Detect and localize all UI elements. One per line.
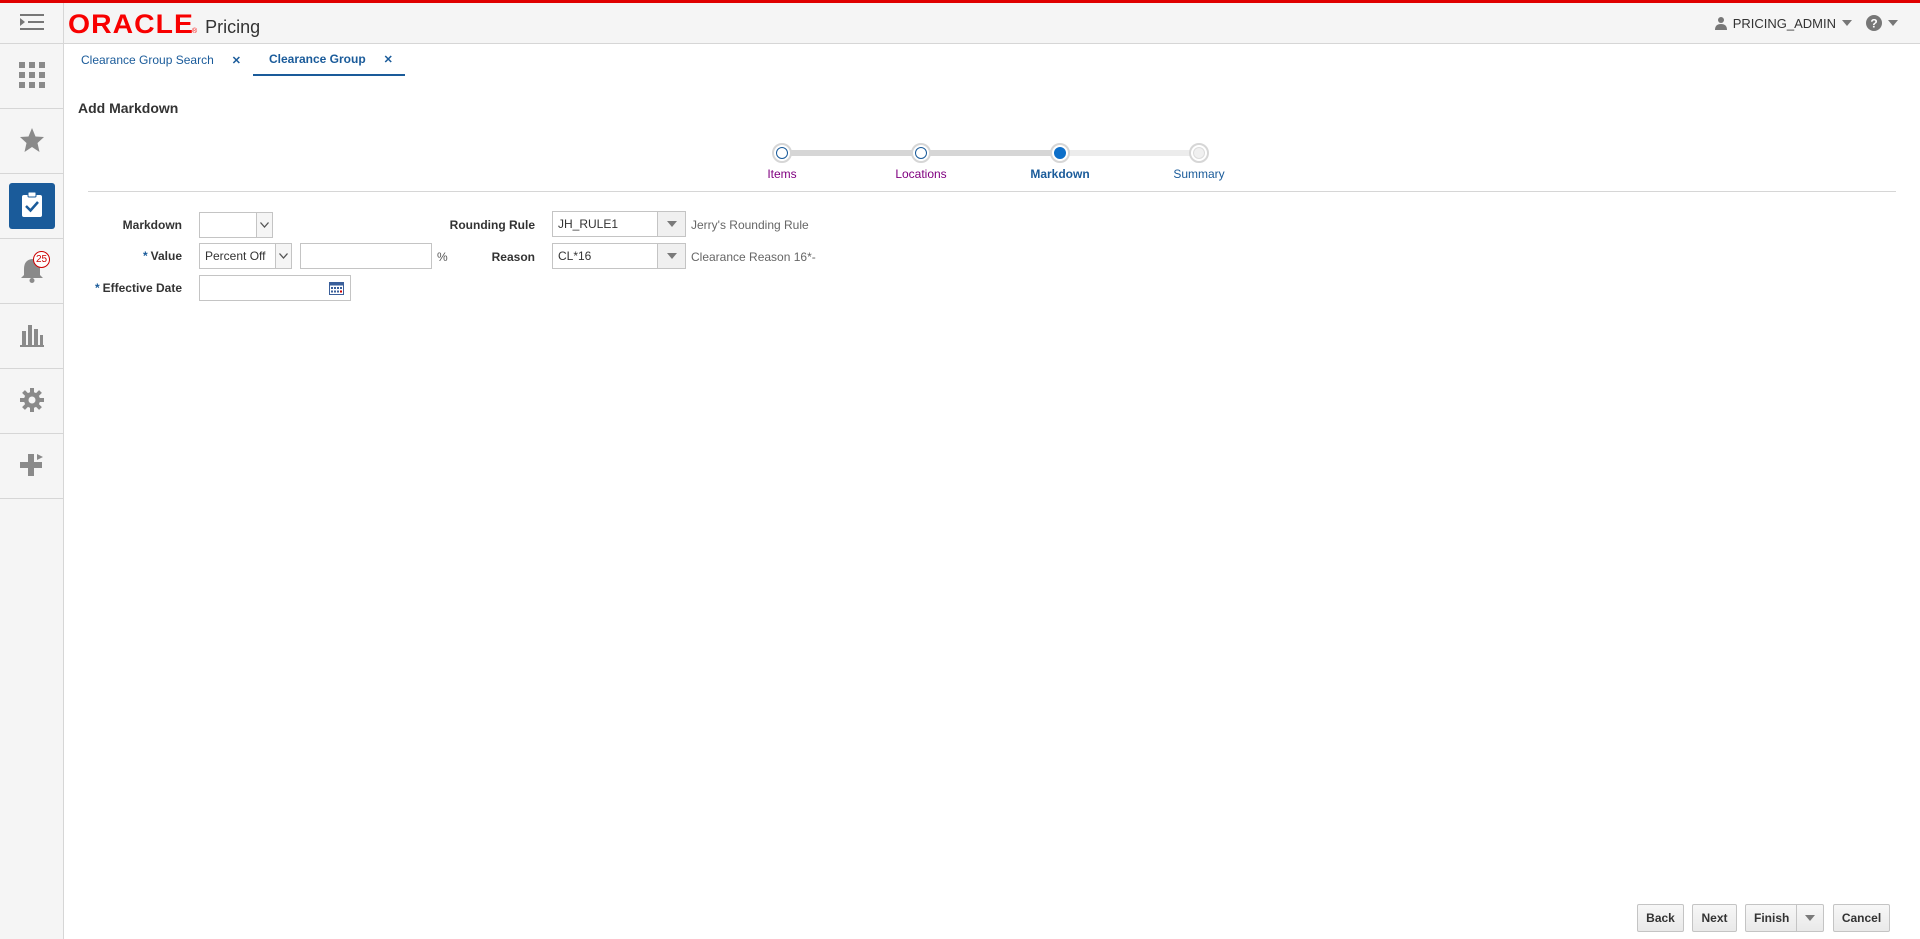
oracle-logo: ORACLE ® Pricing xyxy=(68,9,261,40)
help-menu-chevron-icon[interactable] xyxy=(1888,20,1898,26)
help-icon[interactable]: ? xyxy=(1866,15,1882,31)
chevron-down-icon[interactable] xyxy=(657,244,685,268)
reason-select[interactable]: CL*16 xyxy=(552,243,686,269)
chevron-down-icon[interactable] xyxy=(1796,905,1823,931)
rail-item-reports[interactable] xyxy=(0,304,64,369)
close-icon[interactable]: ✕ xyxy=(232,54,241,67)
cancel-button[interactable]: Cancel xyxy=(1833,904,1890,932)
svg-text:?: ? xyxy=(1870,17,1877,31)
section-divider xyxy=(88,191,1896,192)
value-type-selected: Percent Off xyxy=(205,249,266,263)
reason-selected: CL*16 xyxy=(558,249,592,263)
markdown-select[interactable] xyxy=(199,212,273,238)
rounding-rule-description: Jerry's Rounding Rule xyxy=(691,218,809,232)
finish-split-button[interactable]: Finish xyxy=(1745,904,1824,932)
effective-date-label: * Effective Date xyxy=(80,281,182,295)
required-indicator: * xyxy=(142,249,148,263)
tab-label: Clearance Group xyxy=(268,52,366,66)
required-indicator: * xyxy=(94,281,100,295)
train-stop-locations[interactable] xyxy=(911,143,931,163)
close-icon[interactable]: ✕ xyxy=(384,53,393,66)
value-label-text: Value xyxy=(150,249,182,263)
rounding-rule-select[interactable]: JH_RULE1 xyxy=(552,211,686,237)
chevron-down-icon[interactable] xyxy=(1842,20,1852,26)
bar-chart-icon xyxy=(20,323,44,350)
menu-collapse-icon xyxy=(19,13,44,34)
notification-count-badge: 25 xyxy=(33,251,50,268)
value-amount-input[interactable] xyxy=(300,243,432,269)
rail-item-favorites[interactable] xyxy=(0,109,64,174)
markdown-label: Markdown xyxy=(122,218,182,232)
navigation-rail: 25 xyxy=(0,44,64,939)
document-tabs: Clearance Group Search ✕ Clearance Group… xyxy=(65,44,405,76)
rail-item-tasks-highlight xyxy=(9,183,55,229)
plus-arrow-icon xyxy=(19,452,45,481)
reason-description: Clearance Reason 16*- xyxy=(691,250,816,264)
app-name: Pricing xyxy=(205,17,261,37)
train-track-remaining xyxy=(1060,150,1200,156)
reason-label: Reason xyxy=(491,250,535,264)
page-title: Add Markdown xyxy=(78,100,179,116)
train-stop-markdown[interactable] xyxy=(1050,143,1070,163)
user-icon[interactable] xyxy=(1714,16,1727,30)
back-button[interactable]: Back xyxy=(1637,904,1684,932)
oracle-logo-text: ORACLE xyxy=(68,9,194,39)
value-label: * Value xyxy=(80,249,182,263)
chevron-down-icon[interactable] xyxy=(256,213,272,237)
gear-icon xyxy=(20,387,44,415)
finish-button[interactable]: Finish xyxy=(1754,911,1789,925)
effective-date-label-text: Effective Date xyxy=(102,281,182,295)
navigation-menu-button[interactable] xyxy=(0,3,64,44)
rounding-rule-selected: JH_RULE1 xyxy=(558,217,619,231)
train-stop-summary[interactable] xyxy=(1189,143,1209,163)
tab-clearance-group-search[interactable]: Clearance Group Search ✕ xyxy=(65,44,253,76)
rail-item-add[interactable] xyxy=(0,434,64,499)
rail-item-settings[interactable] xyxy=(0,369,64,434)
calendar-icon[interactable] xyxy=(327,279,345,297)
next-button[interactable]: Next xyxy=(1692,904,1737,932)
chevron-down-icon[interactable] xyxy=(657,212,685,236)
rail-item-applications[interactable] xyxy=(0,44,64,109)
train-stop-items[interactable] xyxy=(772,143,792,163)
apps-grid-icon xyxy=(19,61,45,91)
value-type-select[interactable]: Percent Off xyxy=(199,243,292,269)
rail-item-notifications[interactable]: 25 xyxy=(0,239,64,304)
rail-item-tasks[interactable] xyxy=(0,174,64,239)
tab-label: Clearance Group Search xyxy=(81,53,214,67)
app-header: ORACLE ® Pricing PRICING_ADMIN ? xyxy=(0,0,1920,44)
task-clipboard-icon xyxy=(21,191,43,221)
train-navigation: Items Locations Markdown Summary xyxy=(760,138,1240,188)
train-label-markdown[interactable]: Markdown xyxy=(1010,167,1110,181)
train-label-items[interactable]: Items xyxy=(732,167,832,181)
tab-clearance-group[interactable]: Clearance Group ✕ xyxy=(252,44,405,76)
train-label-summary[interactable]: Summary xyxy=(1149,167,1249,181)
rounding-rule-label: Rounding Rule xyxy=(449,218,535,232)
chevron-down-icon[interactable] xyxy=(275,244,291,268)
star-icon xyxy=(19,127,45,156)
train-label-locations[interactable]: Locations xyxy=(871,167,971,181)
user-menu-button[interactable]: PRICING_ADMIN xyxy=(1733,16,1836,31)
